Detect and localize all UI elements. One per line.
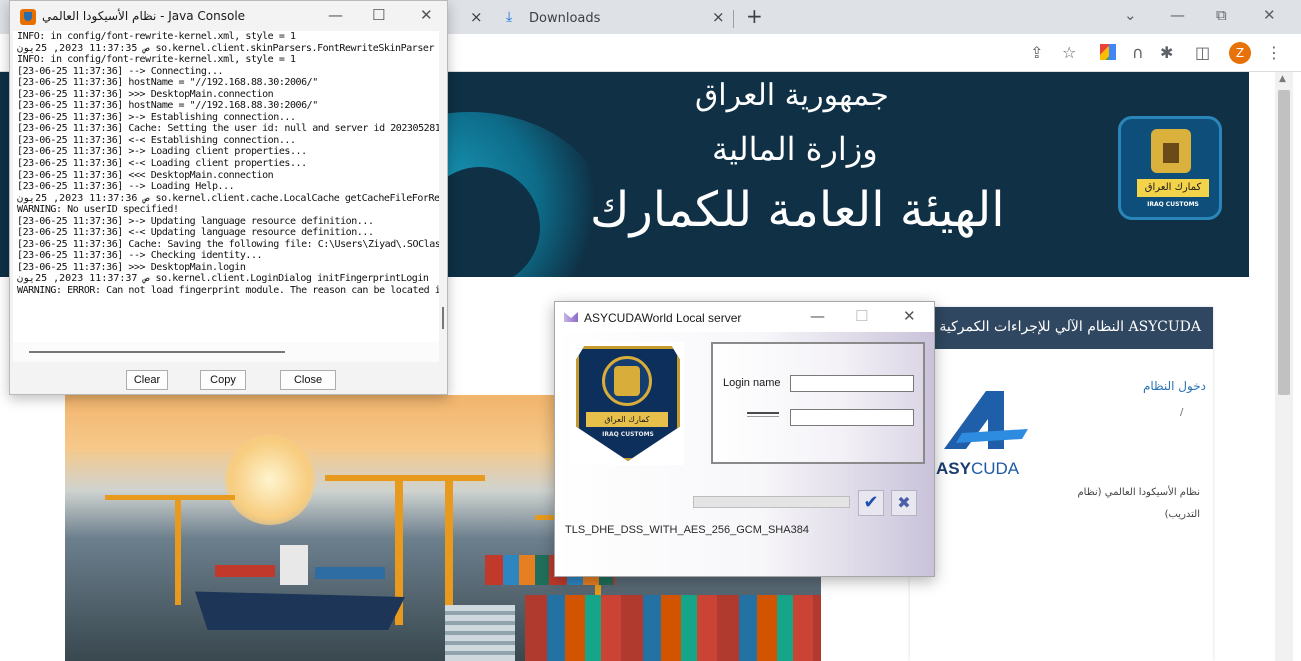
close-window-button[interactable]: ✕ [1263,6,1276,24]
iraq-customs-logo: كمارك العراق IRAQ CUSTOMS [1118,116,1222,220]
window-title: نظام الأسيكودا العالمي - Java Console [42,9,246,23]
console-log-line: [23-06-25 11:37:36] <-< Updating languag… [17,227,374,239]
maximize-button: ☐ [855,307,869,325]
console-log-line: [23-06-25 11:37:36] >>> DesktopMain.logi… [17,261,246,273]
screen: { "browser": { "tabs": [ {"label": "Down… [0,0,1301,661]
dialog-titlebar[interactable]: ASYCUDAWorld Local server — ☐ ✕ [555,302,934,332]
minimize-button[interactable]: — [810,307,825,325]
console-log-line: [23-06-25 11:37:36] <-< Loading client p… [17,158,307,170]
tab-separator [733,10,734,28]
console-log-line: [23-06-25 11:37:36] hostName = "//192.16… [17,77,318,89]
star-icon[interactable]: ☆ [1062,43,1076,62]
close-button[interactable]: ✕ [420,6,433,24]
minimize-button[interactable]: — [328,6,343,24]
console-log-line: ص 11:37:37 2023, 25يون so.kernel.client.… [17,273,429,285]
close-tab-icon[interactable]: × [470,8,483,26]
new-tab-button[interactable]: + [746,4,763,28]
iraq-customs-emblem: كمارك العراق IRAQ CUSTOMS [572,342,684,465]
share-icon[interactable]: ⇪ [1030,43,1043,62]
extension-colorful-icon[interactable] [1100,44,1116,60]
asycuda-panel: ASYCUDA النظام الآلي للإجراءات الكمركية … [910,307,1213,661]
console-log-line: [23-06-25 11:37:36] >-> Updating languag… [17,215,374,227]
system-login-link[interactable]: دخول النظام [1116,379,1206,393]
java-console-titlebar[interactable]: نظام الأسيكودا العالمي - Java Console — … [10,1,447,31]
banner-republic-text: جمهورية العراق [695,78,889,113]
restore-window-button[interactable]: ⧉ [1216,6,1227,24]
console-log-line: WARNING: ERROR: Can not load fingerprint… [17,285,439,297]
login-progress-bar [693,496,850,508]
maximize-button[interactable]: ☐ [372,6,385,24]
banner-authority-text: الهيئة العامة للكمارك [590,182,1005,238]
console-log-line: ص 11:37:36 2023, 25يون so.kernel.client.… [17,192,439,204]
side-panel-icon[interactable]: ◫ [1195,43,1210,62]
asycuda-logo[interactable]: ASYCUDA [936,389,1036,479]
close-console-button[interactable]: Close [280,370,336,390]
asycuda-a-icon [944,391,1028,449]
clear-button[interactable]: Clear [126,370,168,390]
tab-downloads[interactable]: ⤓ Downloads × [500,3,740,34]
menu-icon[interactable]: ⋮ [1266,43,1282,62]
asycuda-panel-header: ASYCUDA النظام الآلي للإجراءات الكمركية [910,307,1213,349]
console-log-line: [23-06-25 11:37:36] --> Checking identit… [17,250,263,262]
console-log-line: [23-06-25 11:37:36] >-> Loading client p… [17,146,307,158]
close-button[interactable]: ✕ [903,307,916,325]
scrollbar-thumb[interactable] [1278,90,1290,395]
eagle-emblem-icon [1151,129,1191,173]
tab-search-icon[interactable]: ⌄ [1124,6,1137,24]
login-name-input[interactable] [790,375,914,392]
banner-ministry-text: وزارة المالية [712,130,878,168]
console-log-line: [23-06-25 11:37:36] Cache: Saving the fo… [17,238,439,250]
minimize-window-button[interactable]: — [1170,6,1185,24]
console-log-line: [23-06-25 11:37:36] >>> DesktopMain.conn… [17,88,274,100]
console-log-line: [23-06-25 11:37:36] <-< Establishing con… [17,134,296,146]
console-log-line: INFO: in config/font-rewrite-kernel.xml,… [17,31,296,42]
login-form: Login name [711,342,925,464]
asycuda-login-dialog: ASYCUDAWorld Local server — ☐ ✕ كمارك ال… [554,301,935,577]
dialog-title: ASYCUDAWorld Local server [584,311,742,325]
download-icon: ⤓ [506,9,513,25]
page-scrollbar[interactable]: ▲ [1275,72,1293,661]
eagle-emblem-icon [614,366,640,396]
console-log-line: [23-06-25 11:37:36] hostName = "//192.16… [17,100,318,112]
console-vertical-scrollbar[interactable] [439,31,447,342]
console-log-line: ص 11:37:35 2023, 25يون so.kernel.client.… [17,42,439,54]
console-log-line: WARNING: No userID specified! [17,204,179,216]
arc-icon[interactable]: ∩ [1132,43,1144,62]
console-log[interactable]: INFO: in config/font-rewrite-kernel.xml,… [13,31,439,342]
copy-button[interactable]: Copy [200,370,246,390]
login-name-label: Login name [723,377,781,389]
cipher-suite-text: TLS_DHE_DSS_WITH_AES_256_GCM_SHA384 [565,524,809,536]
close-tab-icon[interactable]: × [712,8,725,26]
java-icon [20,9,36,25]
password-label [747,412,779,417]
console-log-line: [23-06-25 11:37:36] --> Connecting... [17,65,224,77]
console-log-line: [23-06-25 11:37:36] >-> Establishing con… [17,111,296,123]
scroll-up-icon[interactable]: ▲ [1279,74,1286,84]
ok-button[interactable]: ✔ [858,490,884,516]
console-log-line: [23-06-25 11:37:36] <<< DesktopMain.conn… [17,169,274,181]
previous-tab[interactable]: × [470,3,490,34]
console-log-line: [23-06-25 11:37:36] Cache: Setting the u… [17,123,439,135]
asycuda-app-icon [564,312,578,322]
puzzle-icon[interactable]: ✱ [1160,43,1173,62]
profile-avatar[interactable]: Z [1229,42,1251,64]
password-input[interactable] [790,409,914,426]
java-console-window: نظام الأسيكودا العالمي - Java Console — … [9,0,448,395]
console-horizontal-scrollbar[interactable] [13,342,439,362]
console-log-line: [23-06-25 11:37:36] --> Loading Help... [17,181,235,193]
console-log-line: INFO: in config/font-rewrite-kernel.xml,… [17,54,296,66]
cancel-button[interactable]: ✖ [891,490,917,516]
asycuda-description: نظام الأسيكودا العالمي (نظام التدريب) [1077,487,1200,520]
tab-label: Downloads [529,11,601,26]
